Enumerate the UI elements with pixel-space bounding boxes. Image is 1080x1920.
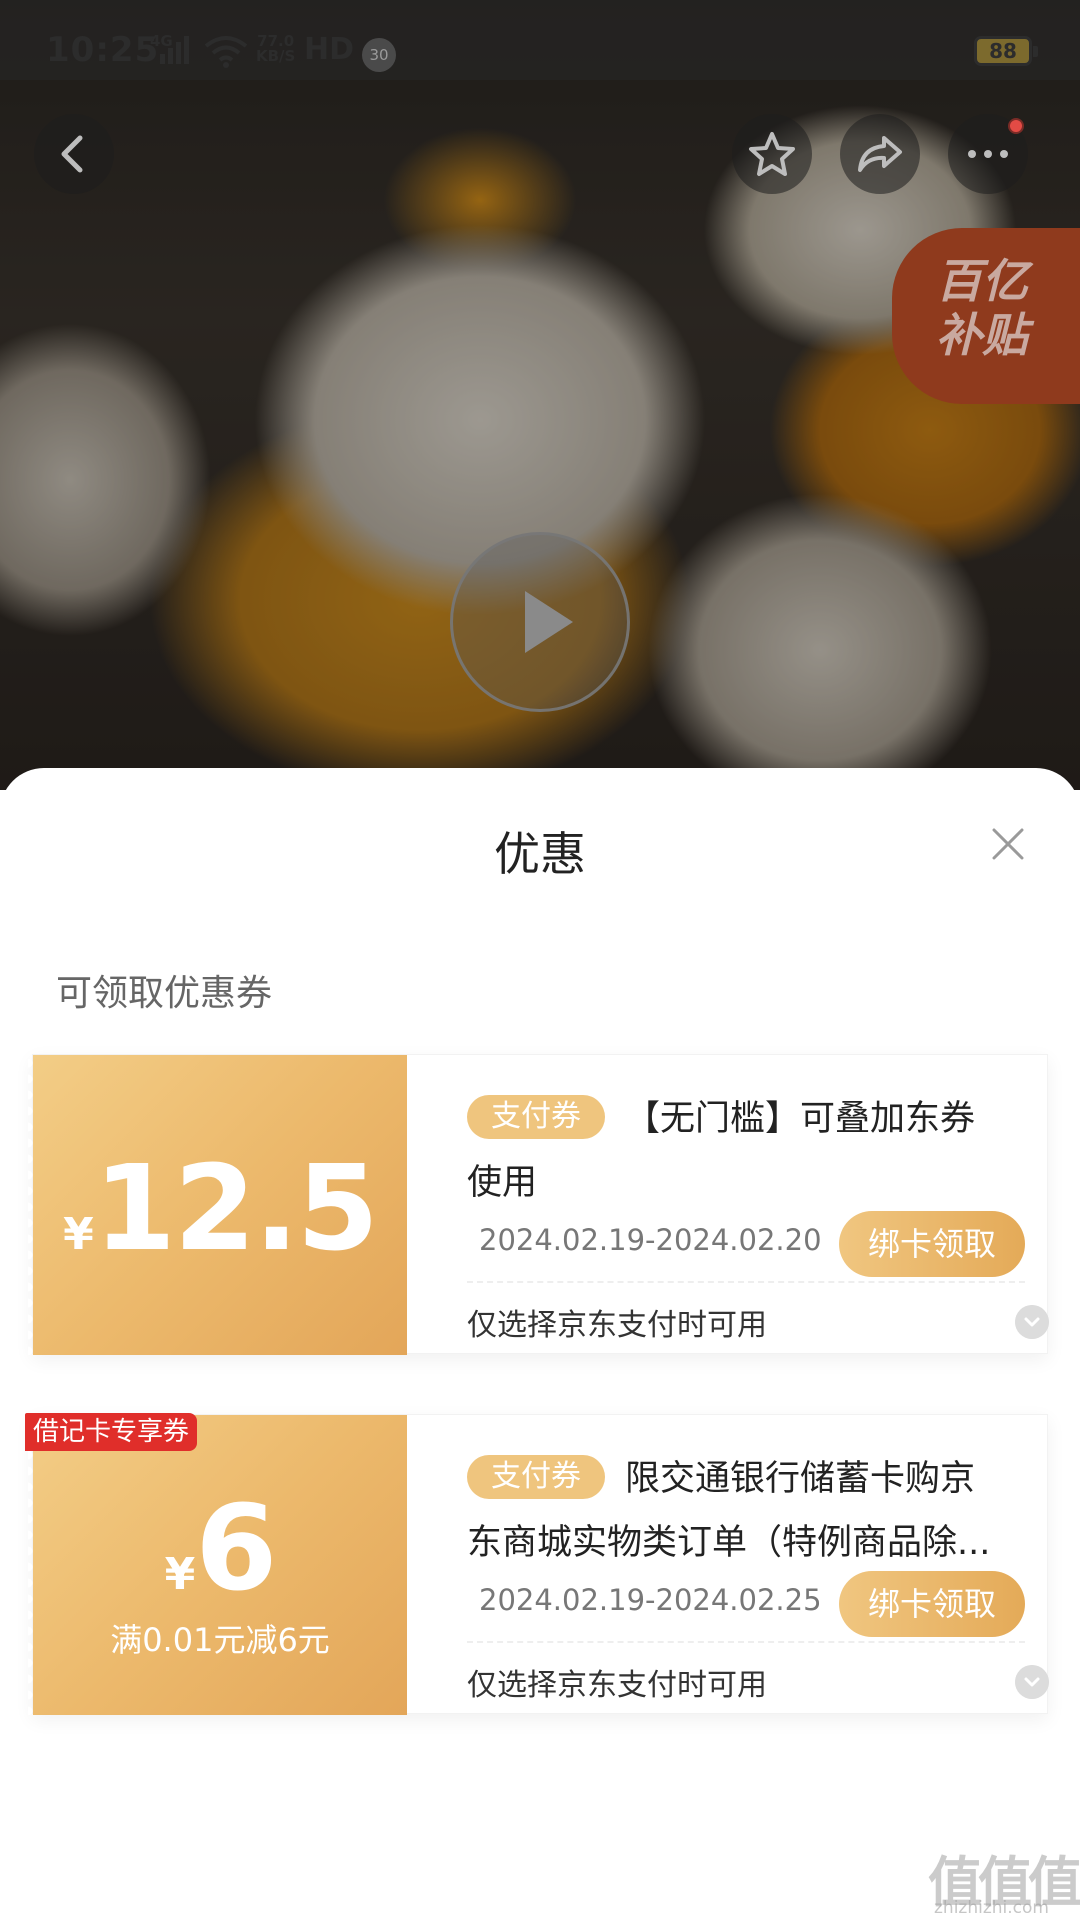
coupon-tag: 支付券 xyxy=(467,1455,605,1499)
currency-symbol: ¥ xyxy=(63,1209,94,1260)
product-hero-image: 10:25 4G 77.0 KB/S HD 30 88 百亿 补贴 xyxy=(0,0,1080,790)
amount-value: 6 xyxy=(195,1479,277,1617)
divider xyxy=(467,1641,1025,1643)
coupon-info: 支付券 限交通银行储蓄卡购京东商城实物类订单（特例商品除... 2024.02.1… xyxy=(407,1415,1049,1715)
coupon-dates: 2024.02.19-2024.02.25 xyxy=(479,1583,822,1617)
coupon-note: 仅选择京东支付时可用 xyxy=(467,1668,767,1703)
wifi-icon xyxy=(204,36,248,68)
watermark-url: zhizhizhi.com xyxy=(934,1898,1049,1918)
coupon-card: ¥12.5 支付券 【无门槛】可叠加东券使用 2024.02.19-2024.02… xyxy=(28,1054,1049,1355)
promotion-sheet: 优惠 可领取优惠券 ¥12.5 支付券 【无门槛】可叠加东券使用 2024.02.… xyxy=(0,768,1080,1920)
amount-value: 12.5 xyxy=(93,1139,379,1277)
back-button[interactable] xyxy=(34,114,114,194)
notification-badge: 30 xyxy=(362,38,396,72)
coupon-value-panel: ¥6 满0.01元减6元 xyxy=(28,1415,407,1715)
play-video-button[interactable] xyxy=(450,532,630,712)
coupon-amount: ¥12.5 xyxy=(33,1139,407,1277)
coupon-condition: 满0.01元减6元 xyxy=(110,1621,330,1659)
divider xyxy=(467,1281,1025,1283)
currency-symbol: ¥ xyxy=(164,1549,196,1600)
bind-card-claim-button[interactable]: 绑卡领取 xyxy=(839,1571,1025,1637)
status-bar: 10:25 4G 77.0 KB/S HD 30 88 xyxy=(0,0,1080,80)
exclusive-label: 借记卡专享券 xyxy=(25,1413,198,1451)
coupon-amount: ¥6 xyxy=(33,1479,407,1617)
coupon-card: ¥6 满0.01元减6元 借记卡专享券 支付券 限交通银行储蓄卡购京东商城实物类订… xyxy=(25,1413,1049,1715)
coupon-value-panel: ¥12.5 xyxy=(28,1055,407,1355)
share-button[interactable] xyxy=(840,114,920,194)
hd-indicator: HD xyxy=(304,32,355,67)
coupon-dates: 2024.02.19-2024.02.20 xyxy=(479,1223,822,1257)
coupon-note: 仅选择京东支付时可用 xyxy=(467,1308,767,1343)
more-button[interactable] xyxy=(948,114,1028,194)
sheet-title: 优惠 xyxy=(494,827,586,881)
subsidy-badge: 百亿 补贴 xyxy=(892,228,1080,404)
coupon-description: 支付券 【无门槛】可叠加东券使用 xyxy=(467,1087,1007,1215)
subsidy-line2: 补贴 xyxy=(936,308,1028,362)
subsidy-line1: 百亿 xyxy=(936,254,1028,308)
speed-unit: KB/S xyxy=(256,47,296,65)
unread-dot xyxy=(1008,118,1024,134)
close-icon[interactable] xyxy=(990,826,1026,862)
battery-icon: 88 xyxy=(974,36,1038,66)
network-speed: 77.0 KB/S xyxy=(256,34,295,64)
chevron-down-icon[interactable] xyxy=(1015,1665,1049,1699)
star-icon xyxy=(749,132,795,176)
battery-level: 88 xyxy=(989,39,1017,63)
favorite-button[interactable] xyxy=(732,114,812,194)
signal-icon xyxy=(160,36,189,64)
chevron-down-icon[interactable] xyxy=(1015,1305,1049,1339)
coupon-info: 支付券 【无门槛】可叠加东券使用 2024.02.19-2024.02.20 绑卡… xyxy=(407,1055,1049,1355)
play-icon xyxy=(525,591,573,653)
section-title: 可领取优惠券 xyxy=(56,973,273,1014)
share-icon xyxy=(858,136,902,172)
status-time: 10:25 xyxy=(46,30,160,70)
coupon-description: 支付券 限交通银行储蓄卡购京东商城实物类订单（特例商品除... xyxy=(467,1447,1007,1575)
back-icon xyxy=(61,135,83,173)
coupon-tag: 支付券 xyxy=(467,1095,605,1139)
bind-card-claim-button[interactable]: 绑卡领取 xyxy=(839,1211,1025,1277)
